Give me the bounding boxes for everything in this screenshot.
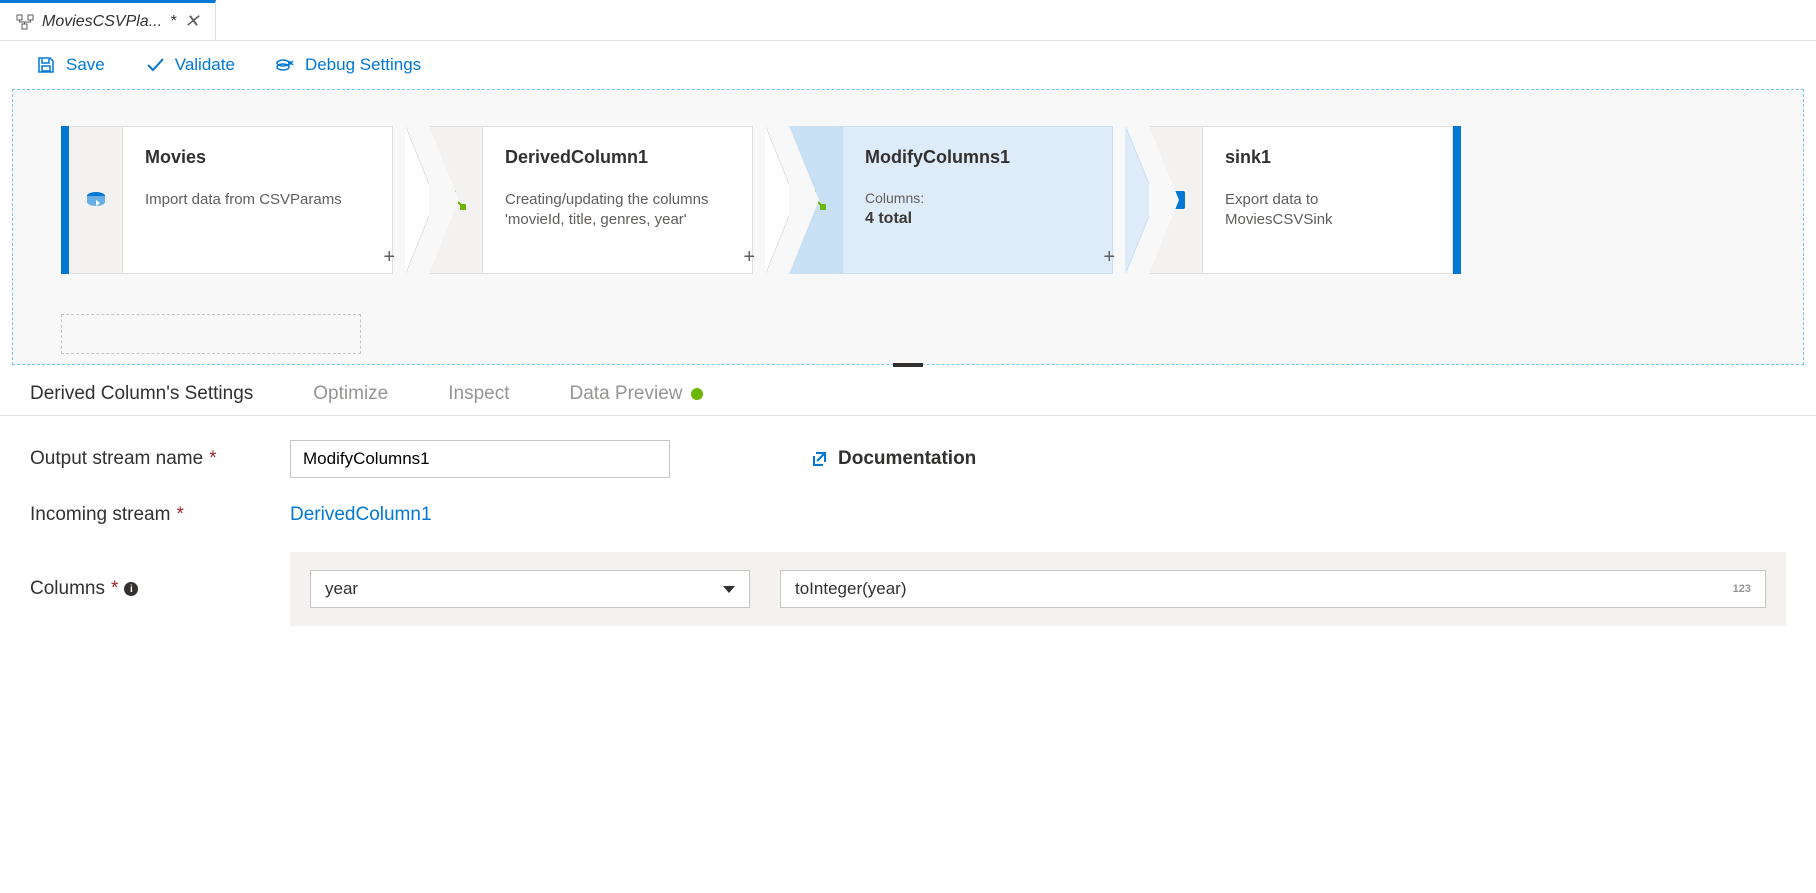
node-sink1[interactable]: sink1 Export data to MoviesCSVSink [1149, 126, 1461, 274]
add-step-button[interactable]: + [383, 246, 395, 269]
chevron-down-icon [723, 586, 735, 593]
check-icon [145, 55, 165, 75]
flow-graph: Movies Import data from CSVParams + Deri… [61, 126, 1755, 274]
info-icon[interactable]: i [124, 582, 138, 596]
node-title: sink1 [1225, 147, 1430, 168]
node-modifycolumns1[interactable]: ModifyColumns1 Columns: 4 total + [789, 126, 1113, 274]
status-dot-icon [691, 388, 703, 400]
incoming-stream-label: Incoming stream* [30, 504, 290, 526]
save-icon [36, 55, 56, 75]
type-badge: 123 [1733, 583, 1751, 595]
settings-form: Output stream name* Documentation Incomi… [0, 416, 1816, 676]
source-edge [61, 126, 69, 274]
validate-button[interactable]: Validate [145, 55, 235, 75]
add-step-button[interactable]: + [743, 246, 755, 269]
tab-inspect[interactable]: Inspect [448, 383, 509, 405]
node-desc: Creating/updating the columns 'movieId, … [505, 190, 730, 231]
columns-row: year toInteger(year) 123 [290, 552, 1786, 626]
tab-bar: MoviesCSVPla... * ✕ [0, 0, 1816, 41]
node-title: Movies [145, 147, 370, 168]
sink-edge [1453, 126, 1461, 274]
ghost-placeholder[interactable] [61, 314, 361, 354]
column-expression-input[interactable]: toInteger(year) 123 [780, 570, 1766, 608]
node-body: Movies Import data from CSVParams + [123, 126, 393, 274]
external-link-icon [810, 450, 828, 468]
add-step-button[interactable]: + [1103, 246, 1115, 269]
node-title: DerivedColumn1 [505, 147, 730, 168]
close-icon[interactable]: ✕ [184, 11, 199, 32]
node-desc: Export data to MoviesCSVSink [1225, 190, 1430, 231]
save-button[interactable]: Save [36, 55, 105, 75]
details-tabs: Derived Column's Settings Optimize Inspe… [0, 367, 1816, 416]
column-name-select[interactable]: year [310, 570, 750, 608]
source-icon [83, 187, 109, 213]
output-stream-label: Output stream name* [30, 448, 290, 470]
node-body: ModifyColumns1 Columns: 4 total + [843, 126, 1113, 274]
tab-dirty-indicator: * [170, 13, 176, 31]
flow-canvas[interactable]: Movies Import data from CSVParams + Deri… [12, 89, 1804, 365]
toolbar: Save Validate Debug Settings [0, 41, 1816, 89]
tab-derived-settings[interactable]: Derived Column's Settings [30, 383, 253, 405]
node-desc: Import data from CSVParams [145, 190, 370, 210]
debug-settings-button[interactable]: Debug Settings [275, 55, 421, 75]
documentation-link[interactable]: Documentation [810, 448, 976, 470]
node-body: DerivedColumn1 Creating/updating the col… [483, 126, 753, 274]
node-derivedcolumn1[interactable]: DerivedColumn1 Creating/updating the col… [429, 126, 753, 274]
node-body: sink1 Export data to MoviesCSVSink [1203, 126, 1453, 274]
node-sublabel: Columns: [865, 190, 1090, 206]
node-subvalue: 4 total [865, 210, 1090, 228]
tab-optimize[interactable]: Optimize [313, 383, 388, 405]
dataflow-icon [16, 13, 34, 31]
incoming-stream-link[interactable]: DerivedColumn1 [290, 504, 432, 526]
node-icon-col [69, 126, 123, 274]
node-movies[interactable]: Movies Import data from CSVParams + [61, 126, 393, 274]
node-title: ModifyColumns1 [865, 147, 1090, 168]
tab-title: MoviesCSVPla... [42, 13, 162, 31]
columns-label: Columns* i [30, 578, 290, 600]
tab-data-preview[interactable]: Data Preview [570, 383, 703, 405]
editor-tab[interactable]: MoviesCSVPla... * ✕ [0, 0, 216, 40]
output-stream-input[interactable] [290, 440, 670, 478]
debug-icon [275, 55, 295, 75]
